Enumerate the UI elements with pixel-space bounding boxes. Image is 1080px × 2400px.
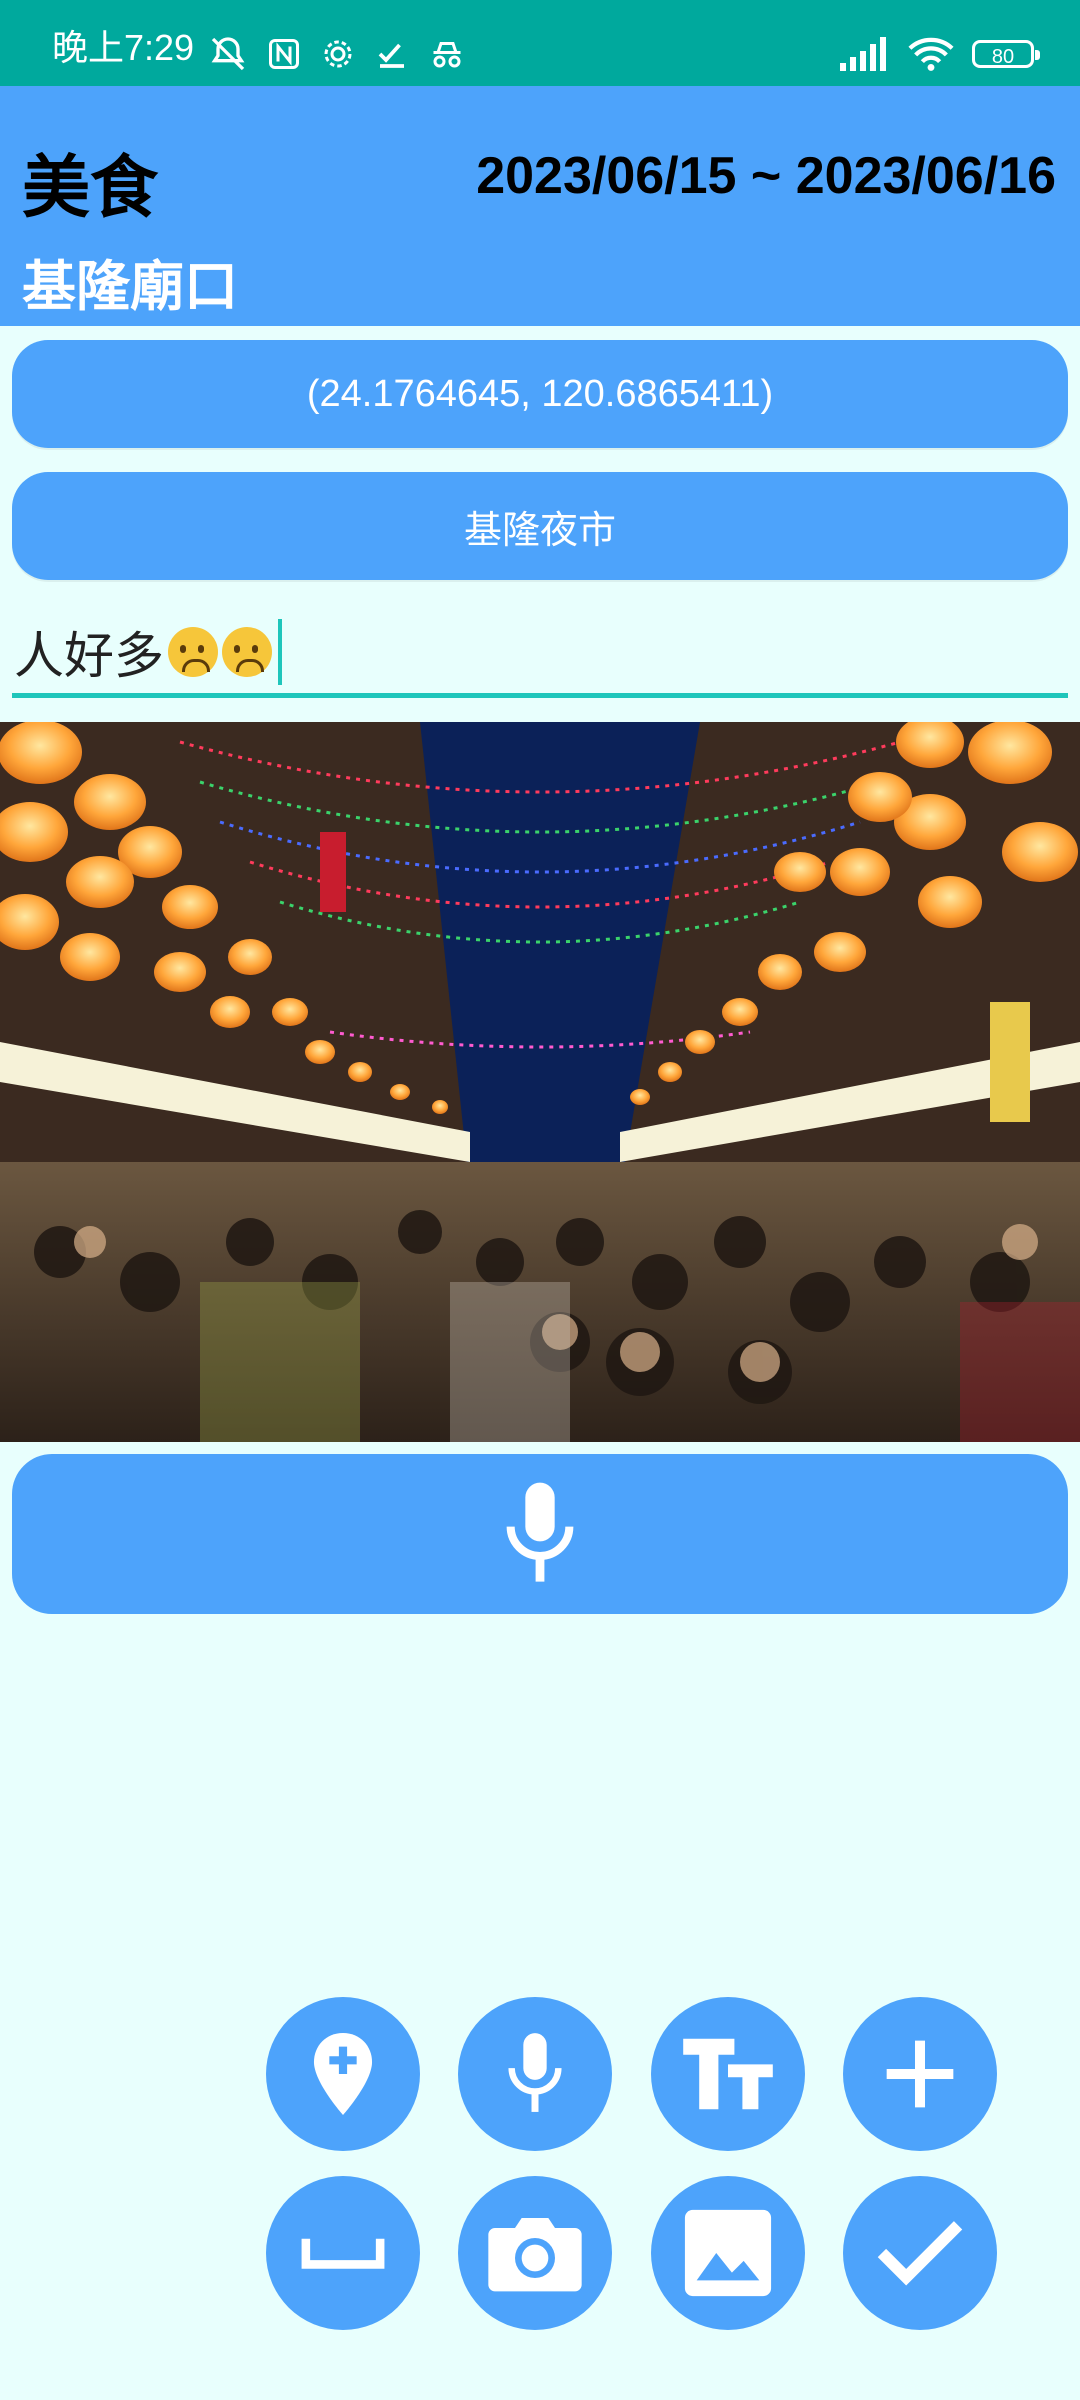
add-button[interactable] <box>843 1997 997 2151</box>
space-button[interactable] <box>266 2176 420 2330</box>
place-title: 基隆廟口 <box>22 255 238 318</box>
incognito-icon <box>433 42 461 68</box>
settings-icon <box>324 40 352 68</box>
note-text: 人好多 <box>14 626 164 685</box>
text-format-button[interactable] <box>651 1997 805 2151</box>
voice-record-button[interactable] <box>12 1454 1068 1614</box>
sad-emoji-icon <box>168 626 218 677</box>
confirm-button[interactable] <box>843 2176 997 2330</box>
gallery-button[interactable] <box>651 2176 805 2330</box>
voice-note-button[interactable] <box>458 1997 612 2151</box>
add-location-button[interactable] <box>266 1997 420 2151</box>
bell-off-icon <box>211 37 245 71</box>
image-icon <box>684 2209 772 2297</box>
sad-emoji-icon <box>222 626 272 677</box>
category-title: 美食 <box>22 149 159 228</box>
text-cursor <box>278 618 282 685</box>
mic-icon <box>506 1482 574 1582</box>
date-range: 2023/06/15 ~ 2023/06/16 <box>476 147 1056 205</box>
check-icon <box>877 2221 963 2286</box>
header: 美食 2023/06/15 ~ 2023/06/16 基隆廟口 <box>0 86 1080 326</box>
night-market-photo[interactable] <box>0 722 1080 1442</box>
place-name-button[interactable]: 基隆夜市 <box>12 472 1068 580</box>
note-input[interactable]: 人好多 <box>12 610 1068 698</box>
battery-icon: 80 <box>972 40 1040 68</box>
add-icon <box>886 2040 954 2108</box>
camera-button[interactable] <box>458 2176 612 2330</box>
status-time: 晚上7:29 <box>52 27 195 68</box>
camera-icon <box>488 2218 582 2292</box>
add-location-icon <box>313 2033 373 2115</box>
wifi-icon <box>908 37 954 71</box>
space-bar-icon <box>301 2238 385 2269</box>
mic-icon <box>508 2033 562 2112</box>
signal-icon <box>840 37 886 71</box>
coordinates-button[interactable]: (24.1764645, 120.6865411) <box>12 340 1068 448</box>
nfc-icon <box>269 39 299 69</box>
status-bar: 晚上7:29 80 <box>0 0 1080 86</box>
text-format-icon <box>683 2038 773 2110</box>
task-done-icon <box>378 43 404 68</box>
